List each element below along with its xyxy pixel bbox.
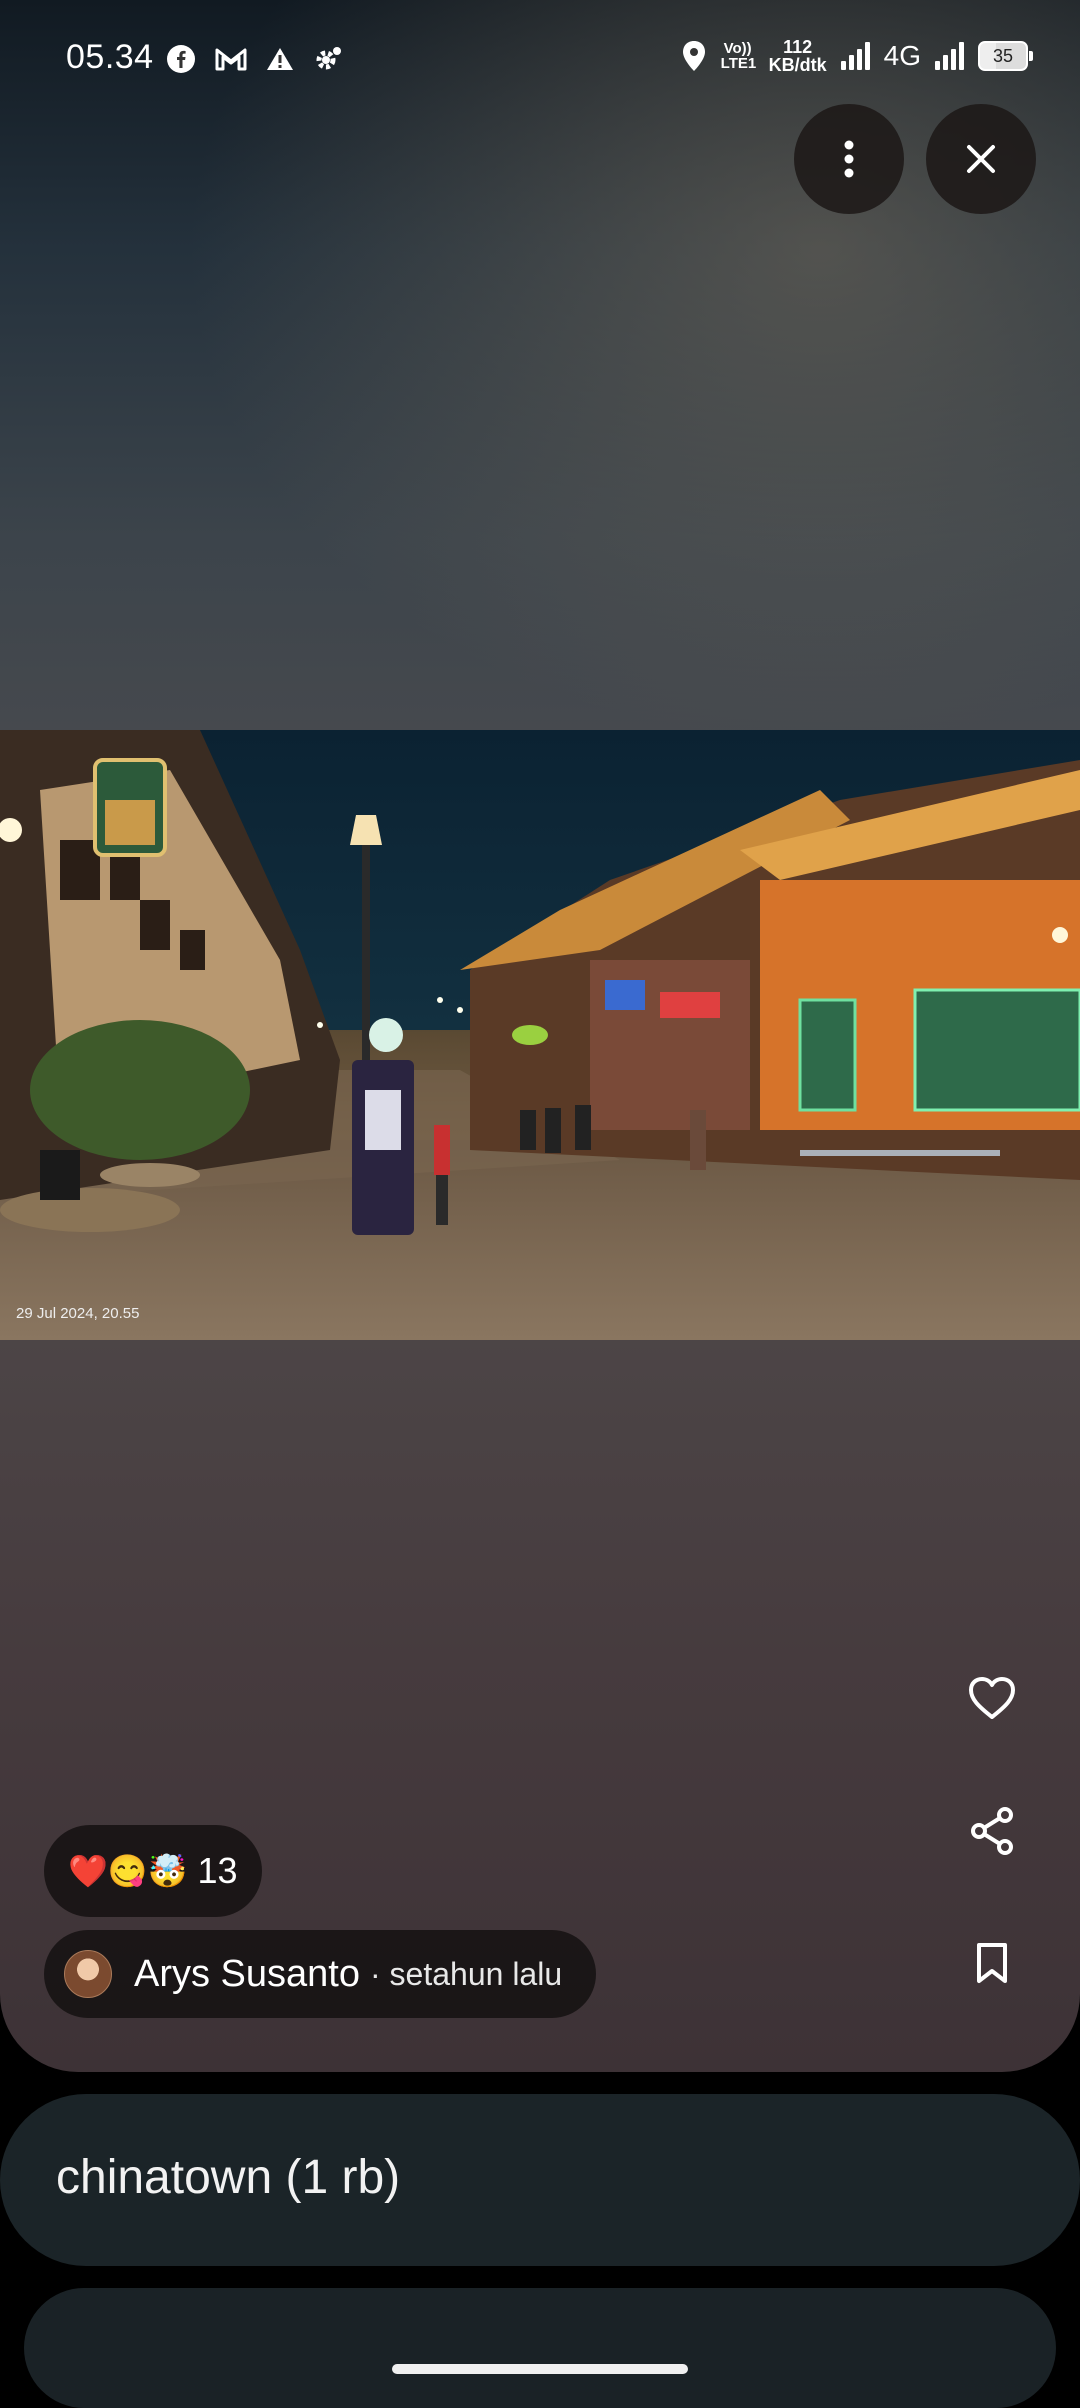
gmail-icon bbox=[215, 48, 247, 71]
heart-icon bbox=[969, 1677, 1015, 1719]
network-type: 4G bbox=[883, 40, 921, 71]
separator: · bbox=[370, 1955, 390, 1992]
next-card-peek[interactable] bbox=[24, 2288, 1056, 2408]
post-time: · setahun lalu bbox=[370, 1956, 562, 1993]
more-options-button[interactable] bbox=[794, 104, 904, 214]
reaction-emojis: ❤️😋🤯 bbox=[68, 1853, 188, 1889]
post-card: 05.34 Vo)) LTE1 112 KB/dtk 4G 35 29 Jul … bbox=[0, 0, 1080, 2072]
location-icon bbox=[682, 41, 705, 71]
volte-indicator: Vo)) LTE1 bbox=[720, 40, 757, 72]
save-button[interactable] bbox=[957, 1928, 1027, 1998]
home-indicator[interactable] bbox=[392, 2364, 688, 2374]
signal-icon bbox=[935, 42, 964, 70]
photo-date-stamp: 29 Jul 2024, 20.55 bbox=[16, 1305, 140, 1322]
bookmark-icon bbox=[977, 1943, 1007, 1983]
share-icon bbox=[971, 1807, 1013, 1855]
post-photo[interactable]: 29 Jul 2024, 20.55 bbox=[0, 730, 1080, 1340]
network-speed-value: 112 bbox=[783, 37, 813, 57]
post-time-text: setahun lalu bbox=[389, 1955, 563, 1992]
notification-icons bbox=[166, 44, 344, 74]
signal-icon bbox=[840, 42, 870, 70]
reactions-pill[interactable]: ❤️😋🤯 13 bbox=[44, 1825, 262, 1917]
avatar bbox=[64, 1950, 112, 1998]
status-time: 05.34 bbox=[66, 38, 154, 76]
close-icon bbox=[967, 145, 995, 173]
facebook-icon bbox=[167, 45, 195, 73]
network-speed: 112 KB/dtk bbox=[769, 38, 827, 74]
author-pill[interactable]: Arys Susanto · setahun lalu bbox=[44, 1930, 597, 2018]
status-bar: 05.34 Vo)) LTE1 112 KB/dtk 4G 35 bbox=[0, 0, 1080, 124]
like-button[interactable] bbox=[957, 1663, 1027, 1733]
system-icons: Vo)) LTE1 112 KB/dtk 4G 35 bbox=[681, 38, 1033, 74]
share-button[interactable] bbox=[957, 1796, 1027, 1866]
reaction-count: 13 bbox=[197, 1850, 238, 1891]
network-speed-unit: KB/dtk bbox=[768, 55, 827, 75]
battery-level: 35 bbox=[992, 45, 1014, 66]
more-vertical-icon bbox=[844, 140, 854, 178]
author-name: Arys Susanto bbox=[134, 1952, 360, 1995]
chinatown-street-image bbox=[0, 730, 1080, 1340]
topic-chip[interactable]: chinatown (1 rb) bbox=[0, 2094, 1080, 2266]
warning-icon bbox=[267, 48, 293, 70]
topic-chip-label: chinatown (1 rb) bbox=[56, 2151, 401, 2204]
close-button[interactable] bbox=[926, 104, 1036, 214]
battery-icon: 35 bbox=[978, 41, 1033, 71]
settings-gear-icon bbox=[316, 47, 341, 70]
